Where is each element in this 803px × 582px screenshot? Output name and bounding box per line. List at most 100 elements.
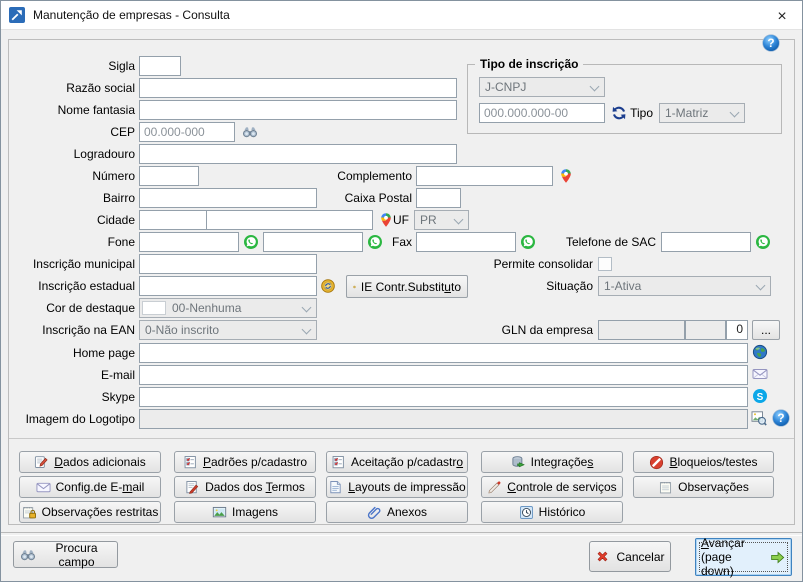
logradouro-input[interactable] <box>139 144 457 164</box>
chevron-down-icon <box>756 281 766 291</box>
chevron-down-icon <box>302 303 312 313</box>
tipo-inscricao-title: Tipo de inscrição <box>475 57 583 71</box>
button-label: Avançar (page down) <box>701 536 765 578</box>
button-label: Config.de E-mail <box>56 480 145 494</box>
window-title: Manutenção de empresas - Consulta <box>33 1 230 30</box>
fone1-input[interactable] <box>139 232 239 252</box>
cor-destaque-dropdown: 00-Nenhuma <box>139 298 317 318</box>
fone-label: Fone <box>7 232 135 252</box>
ie-contr-substituto-button[interactable]: IE Contr.Substituto <box>346 275 468 298</box>
anexos-button[interactable]: Anexos <box>326 501 468 523</box>
button-label: Aceitação p/cadastro <box>351 455 463 469</box>
observacoes-restritas-button[interactable]: Observações restritas <box>19 501 161 523</box>
skype-icon[interactable]: S <box>752 388 768 404</box>
observacoes-button[interactable]: Observações <box>633 476 774 498</box>
note-edit-icon <box>34 455 49 470</box>
telefone-sac-label: Telefone de SAC <box>536 232 656 252</box>
forward-arrow-icon <box>769 549 786 566</box>
svg-text:S: S <box>757 392 764 403</box>
telefone-sac-input[interactable] <box>661 232 751 252</box>
cep-label: CEP <box>7 122 135 142</box>
envelope-icon[interactable] <box>752 366 768 382</box>
whatsapp-icon[interactable] <box>243 234 259 250</box>
cidade-codigo-input[interactable] <box>139 210 207 230</box>
situacao-dropdown: 1-Ativa <box>598 276 771 296</box>
help-icon[interactable]: ? <box>772 409 790 427</box>
procura-campo-button[interactable]: Procura campo <box>13 541 118 568</box>
imagem-logotipo-field <box>139 409 748 429</box>
button-label: Padrões p/cadastro <box>203 455 307 469</box>
sigla-input[interactable] <box>139 56 181 76</box>
image-preview-icon[interactable] <box>751 410 767 426</box>
skype-input[interactable] <box>139 387 748 407</box>
controle-servicos-button[interactable]: Controle de serviços <box>481 476 623 498</box>
cep-input[interactable] <box>139 122 235 142</box>
chevron-down-icon <box>302 325 312 335</box>
button-label: Observações <box>678 480 749 494</box>
razao-social-label: Razão social <box>7 78 135 98</box>
bloqueios-testes-button[interactable]: Bloqueios/testes <box>633 451 774 473</box>
inscricao-estadual-input[interactable] <box>139 276 317 296</box>
nome-fantasia-input[interactable] <box>139 100 457 120</box>
imagem-logotipo-label: Imagem do Logotipo <box>7 409 135 429</box>
tipo-matriz-dropdown: 1-Matriz <box>659 103 745 123</box>
inscricao-ean-label: Inscrição na EAN <box>7 320 135 340</box>
button-label: Bloqueios/testes <box>669 455 757 469</box>
dados-termos-button[interactable]: Dados dos Termos <box>174 476 316 498</box>
database-sync-icon <box>511 455 526 470</box>
documento-numero-input[interactable] <box>479 103 605 123</box>
whatsapp-icon[interactable] <box>520 234 536 250</box>
cidade-label: Cidade <box>7 210 135 230</box>
historico-button[interactable]: Histórico <box>481 501 623 523</box>
padroes-cadastro-button[interactable]: Padrões p/cadastro <box>174 451 316 473</box>
layouts-impressao-button[interactable]: Layouts de impressão <box>326 476 468 498</box>
maps-pin-icon[interactable] <box>558 168 574 184</box>
cancel-x-icon <box>595 549 610 564</box>
razao-social-input[interactable] <box>139 78 457 98</box>
numero-label: Número <box>7 166 135 186</box>
caixa-postal-input[interactable] <box>416 188 461 208</box>
numero-input[interactable] <box>139 166 199 186</box>
fax-input[interactable] <box>416 232 516 252</box>
avancar-button[interactable]: Avançar (page down) <box>695 538 792 576</box>
button-label: Histórico <box>539 505 586 519</box>
cep-search-binoculars-icon[interactable] <box>242 124 258 140</box>
document-pen-icon <box>185 480 200 495</box>
home-page-label: Home page <box>7 343 135 363</box>
tipo-inscricao-group <box>467 64 782 134</box>
dados-adicionais-button[interactable]: Dados adicionais <box>19 451 161 473</box>
email-input[interactable] <box>139 365 748 385</box>
svg-text:?: ? <box>777 411 784 425</box>
config-email-button[interactable]: Config.de E-mail <box>19 476 161 498</box>
chevron-down-icon <box>590 82 600 92</box>
cidade-nome-input[interactable] <box>206 210 373 230</box>
button-label: Dados dos Termos <box>205 480 305 494</box>
uf-dropdown: PR <box>414 210 469 230</box>
nome-fantasia-label: Nome fantasia <box>7 100 135 120</box>
inscricao-municipal-input[interactable] <box>139 254 317 274</box>
binoculars-icon <box>20 547 36 563</box>
whatsapp-icon[interactable] <box>755 234 771 250</box>
inscricao-estadual-label: Inscrição estadual <box>7 276 135 296</box>
cancelar-button[interactable]: Cancelar <box>589 541 671 572</box>
sintegra-coin-icon[interactable] <box>320 278 336 294</box>
checklist-icon <box>183 455 198 470</box>
permite-consolidar-checkbox <box>598 257 612 271</box>
window: Manutenção de empresas - Consulta × ? Si… <box>0 0 803 582</box>
home-page-input[interactable] <box>139 343 748 363</box>
complemento-input[interactable] <box>416 166 553 186</box>
gln-more-button[interactable]: ... <box>752 320 780 340</box>
integracoes-button[interactable]: Integrações <box>481 451 623 473</box>
close-button[interactable]: × <box>762 1 802 30</box>
chevron-down-icon <box>454 215 464 225</box>
globe-icon[interactable] <box>752 344 768 360</box>
close-icon: × <box>777 8 786 25</box>
help-icon[interactable]: ? <box>762 34 780 52</box>
permite-consolidar-label: Permite consolidar <box>451 254 593 274</box>
aceitacao-cadastro-button[interactable]: Aceitação p/cadastro <box>326 451 468 473</box>
bairro-input[interactable] <box>139 188 317 208</box>
notepad-icon <box>658 480 673 495</box>
inscricao-ean-dropdown: 0-Não inscrito <box>139 320 317 340</box>
imagens-button[interactable]: Imagens <box>174 501 316 523</box>
red-pen-icon <box>487 480 502 495</box>
